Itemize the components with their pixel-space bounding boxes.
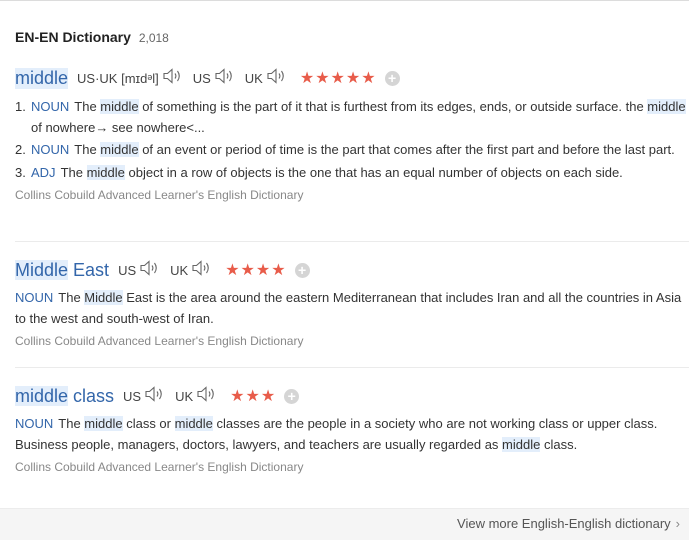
entry-head: middle US·UK [mɪdᵊl] US UK ★★★★★ + bbox=[15, 66, 689, 90]
entry-divider bbox=[15, 241, 689, 242]
highlighted-term: middle bbox=[502, 436, 541, 452]
pronunciation-uk: UK bbox=[175, 388, 194, 404]
headword-rest: class bbox=[68, 385, 115, 406]
result-count: 2,018 bbox=[138, 31, 169, 45]
part-of-speech: ADJ bbox=[31, 164, 56, 180]
sense-item: NOUN The middle class or middle classes a… bbox=[15, 414, 689, 455]
definition-text: of something is the part of it that is f… bbox=[138, 99, 648, 114]
sense-number: 3. bbox=[15, 164, 26, 180]
pronunciation-uk: UK bbox=[170, 262, 189, 278]
headword-highlight: middle bbox=[15, 385, 69, 406]
definition-text: class. bbox=[540, 436, 578, 452]
definition-text: The bbox=[74, 99, 101, 114]
part-of-speech: NOUN bbox=[31, 142, 70, 157]
part-of-speech: NOUN bbox=[15, 290, 54, 305]
entry-middle-class: middle class US UK ★★★ + NOUN The middle … bbox=[15, 384, 689, 474]
definition-text: The bbox=[60, 164, 87, 180]
dictionary-title: EN-EN Dictionary bbox=[15, 29, 131, 45]
sense-item: 1. NOUN The middle of something is the pa… bbox=[15, 97, 689, 138]
entry-middle: middle US·UK [mɪdᵊl] US UK ★★★★★ + 1. NO… bbox=[15, 66, 689, 202]
speaker-icon[interactable] bbox=[266, 67, 288, 90]
definition-text: class or bbox=[122, 416, 175, 431]
speaker-icon[interactable] bbox=[196, 385, 218, 408]
pronunciation-us-uk: US·UK [mɪdᵊl] bbox=[77, 70, 159, 86]
rating-stars: ★★★★ bbox=[225, 262, 287, 279]
definition-text: of nowhere→ see nowhere<... bbox=[31, 119, 205, 135]
headword[interactable]: middle class bbox=[15, 385, 115, 407]
pronunciation-us: US bbox=[192, 70, 211, 86]
headword-highlight: Middle bbox=[15, 259, 69, 280]
speaker-icon[interactable] bbox=[191, 259, 213, 282]
entry-divider bbox=[15, 367, 689, 368]
definition-text: The bbox=[58, 290, 85, 305]
pronunciation-us: US bbox=[123, 388, 142, 404]
highlighted-term: middle bbox=[100, 99, 139, 114]
dictionary-source: Collins Cobuild Advanced Learner's Engli… bbox=[15, 460, 304, 474]
dictionary-source: Collins Cobuild Advanced Learner's Engli… bbox=[15, 188, 304, 202]
entry-head: Middle East US UK ★★★★ + bbox=[15, 258, 689, 282]
footer-bar: View more English-English dictionary › bbox=[0, 508, 689, 540]
highlighted-term: middle bbox=[86, 164, 125, 180]
sense-item: 3. ADJ The middle object in a row of obje… bbox=[15, 163, 689, 184]
part-of-speech: NOUN bbox=[15, 416, 54, 431]
highlighted-term: middle bbox=[647, 99, 686, 114]
speaker-icon[interactable] bbox=[214, 67, 236, 90]
definition-text: The bbox=[74, 142, 101, 157]
entry-head: middle class US UK ★★★ + bbox=[15, 384, 689, 408]
rating-stars: ★★★ bbox=[230, 388, 277, 405]
definition-text: object in a row of objects is the one th… bbox=[124, 164, 623, 180]
part-of-speech: NOUN bbox=[31, 99, 70, 114]
dictionary-header: EN-EN Dictionary 2,018 bbox=[15, 29, 169, 45]
speaker-icon[interactable] bbox=[162, 67, 184, 90]
speaker-icon[interactable] bbox=[144, 385, 166, 408]
headword[interactable]: Middle East bbox=[15, 259, 110, 281]
chevron-right-icon: › bbox=[675, 516, 680, 531]
definition-text: of an event or period of time is the par… bbox=[138, 142, 675, 157]
pronunciation-us: US bbox=[118, 262, 137, 278]
speaker-icon[interactable] bbox=[139, 259, 161, 282]
add-icon[interactable]: + bbox=[294, 262, 310, 278]
headword-rest: East bbox=[68, 259, 110, 280]
highlighted-term: Middle bbox=[84, 290, 123, 305]
dictionary-source: Collins Cobuild Advanced Learner's Engli… bbox=[15, 334, 304, 348]
definition-text: The bbox=[58, 416, 85, 431]
highlighted-term: middle bbox=[84, 416, 123, 431]
pronunciation-uk: UK bbox=[244, 70, 263, 86]
entry-middle-east: Middle East US UK ★★★★ + NOUN The Middle … bbox=[15, 258, 689, 348]
view-more-link[interactable]: View more English-English dictionary › bbox=[457, 516, 680, 531]
highlighted-term: middle bbox=[174, 416, 213, 431]
top-divider bbox=[0, 0, 689, 1]
sense-item: 2. NOUN The middle of an event or period … bbox=[15, 140, 689, 161]
rating-stars: ★★★★★ bbox=[299, 70, 377, 87]
add-icon[interactable]: + bbox=[284, 388, 300, 404]
sense-number: 1. bbox=[15, 99, 26, 114]
view-more-label: View more English-English dictionary bbox=[457, 516, 671, 531]
headword[interactable]: middle bbox=[15, 67, 69, 89]
highlighted-term: middle bbox=[100, 142, 139, 157]
add-icon[interactable]: + bbox=[384, 70, 400, 86]
sense-item: NOUN The Middle East is the area around t… bbox=[15, 288, 689, 329]
sense-number: 2. bbox=[15, 142, 26, 157]
